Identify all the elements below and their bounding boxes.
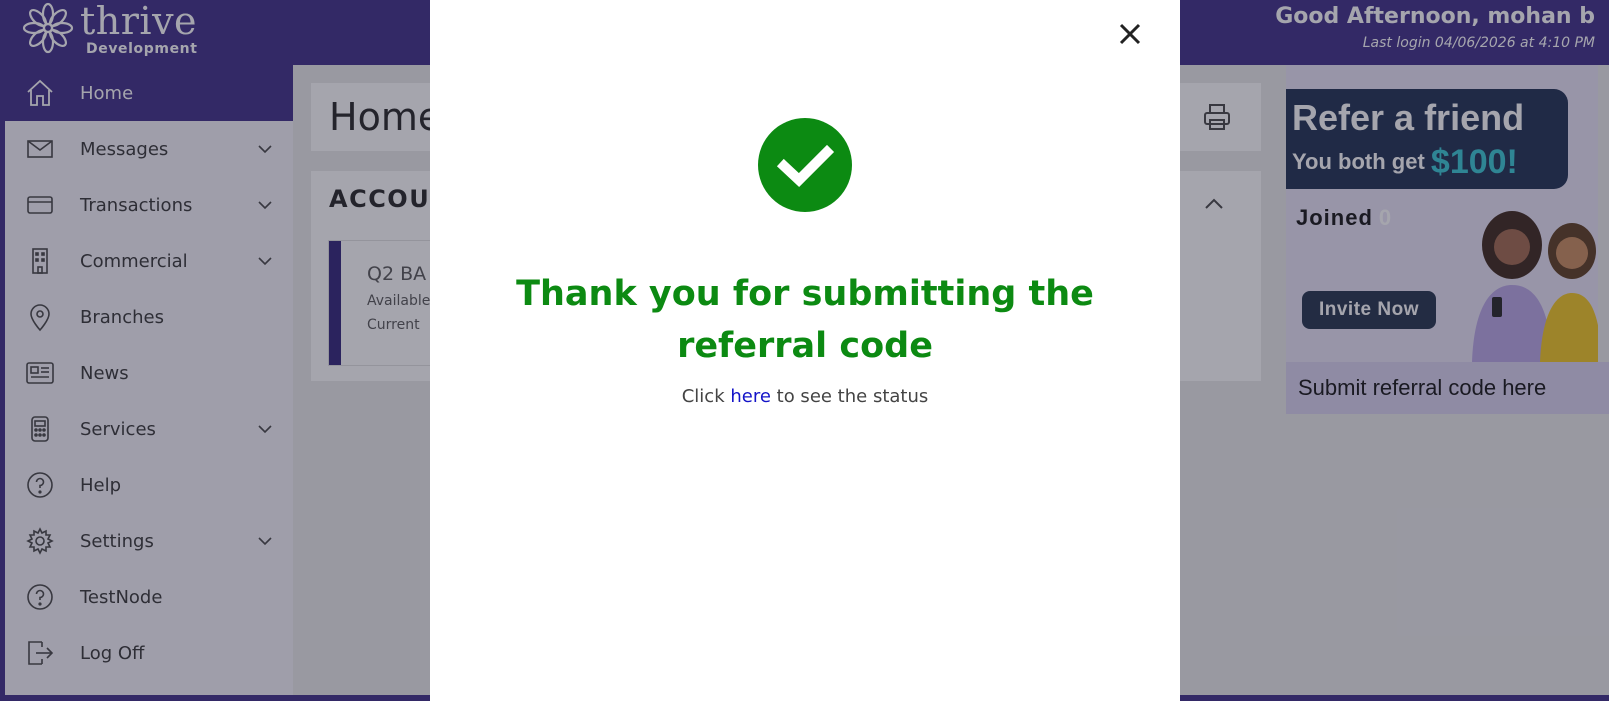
- close-icon[interactable]: [1116, 20, 1144, 48]
- referral-success-dialog: Thank you for submitting the referral co…: [430, 0, 1180, 701]
- success-title-line1: Thank you for submitting the: [516, 274, 1094, 314]
- success-title-line2: referral code: [677, 326, 933, 366]
- status-message: Click here to see the status: [430, 386, 1180, 407]
- success-title: Thank you for submitting the referral co…: [430, 268, 1180, 372]
- success-check-icon: [758, 118, 852, 212]
- app-frame: thrive Development Good Afternoon, mohan…: [0, 0, 1609, 701]
- status-message-suffix: to see the status: [770, 386, 929, 407]
- status-message-prefix: Click: [681, 386, 731, 407]
- status-here-link[interactable]: here: [730, 386, 771, 407]
